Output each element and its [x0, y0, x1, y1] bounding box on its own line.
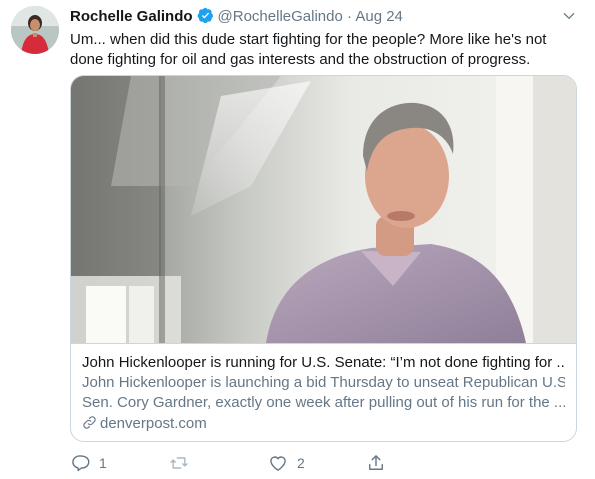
like-icon	[268, 453, 288, 473]
share-icon	[366, 453, 386, 473]
reply-button[interactable]: 1	[70, 453, 107, 473]
card-description-line: John Hickenlooper is launching a bid Thu…	[82, 374, 565, 391]
tweet-header: Rochelle Galindo @RochelleGalindo · Aug 2…	[70, 7, 403, 28]
author-handle[interactable]: @RochelleGalindo	[218, 8, 343, 25]
action-bar: 1 2	[70, 453, 590, 475]
card-domain-text: denverpost.com	[100, 415, 207, 432]
reply-icon	[70, 453, 90, 473]
like-count: 2	[297, 455, 305, 471]
retweet-button[interactable]	[169, 453, 198, 473]
card-image	[71, 76, 576, 343]
link-card[interactable]: John Hickenlooper is running for U.S. Se…	[70, 75, 577, 442]
verified-badge-icon	[197, 7, 214, 28]
author-name[interactable]: Rochelle Galindo	[70, 8, 193, 25]
tweet-date[interactable]: Aug 24	[355, 8, 403, 25]
header-separator: ·	[347, 8, 352, 25]
link-icon	[82, 415, 100, 432]
avatar[interactable]	[11, 6, 59, 54]
card-title[interactable]: John Hickenlooper is running for U.S. Se…	[82, 353, 565, 373]
avatar-photo	[11, 6, 59, 54]
like-button[interactable]: 2	[268, 453, 305, 473]
card-description-line: Sen. Cory Gardner, exactly one week afte…	[82, 394, 565, 411]
share-button[interactable]	[366, 453, 386, 473]
retweet-icon	[169, 453, 189, 473]
card-body: John Hickenlooper is running for U.S. Se…	[71, 343, 576, 441]
card-domain[interactable]: denverpost.com	[82, 414, 565, 434]
chevron-down-icon[interactable]	[561, 8, 577, 29]
tweet-text: Um... when did this dude start fighting …	[70, 31, 547, 68]
card-description: John Hickenlooper is launching a bid Thu…	[82, 373, 565, 413]
reply-count: 1	[99, 455, 107, 471]
